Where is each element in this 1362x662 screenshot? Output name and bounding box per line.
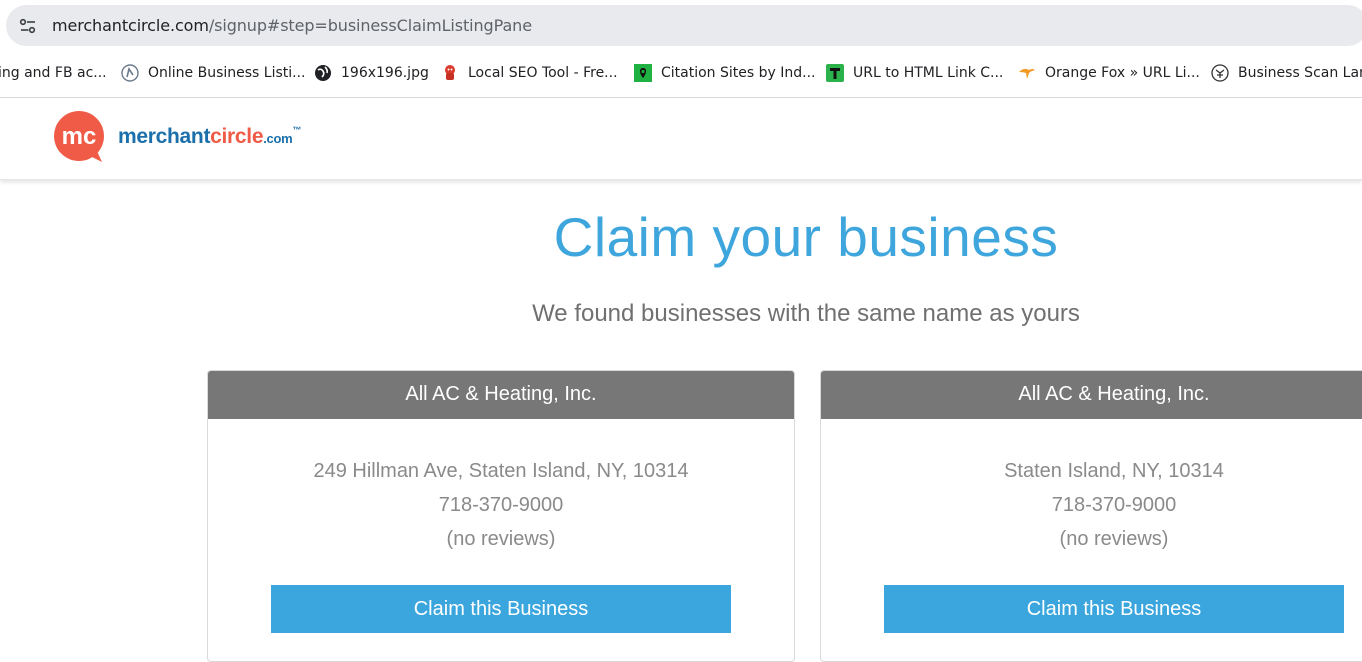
url-path: /signup#step=businessClaimListingPane xyxy=(208,16,532,35)
bookmark-item[interactable]: ing and FB ac... xyxy=(0,63,107,83)
site-header: mc merchantcircle.com™ xyxy=(0,98,1362,180)
claim-business-button[interactable]: Claim this Business xyxy=(884,585,1344,633)
bookmark-item[interactable]: Business Scan Landi xyxy=(1211,63,1362,83)
logo-mark-text: mc xyxy=(62,123,97,150)
bookmark-label: Online Business Listi... xyxy=(148,65,306,81)
bookmark-item[interactable]: URL to HTML Link C... xyxy=(826,63,1003,83)
url-text[interactable]: merchantcircle.com/signup#step=businessC… xyxy=(52,16,532,35)
business-details: Staten Island, NY, 10314 718-370-9000 (n… xyxy=(821,419,1362,556)
logo-merchant-text: merchant xyxy=(118,125,211,148)
bookmark-item[interactable]: 196x196.jpg xyxy=(314,63,429,83)
bookmark-label: Business Scan Landi xyxy=(1238,65,1362,81)
business-details: 249 Hillman Ave, Staten Island, NY, 1031… xyxy=(208,419,794,556)
bookmark-label: Citation Sites by Ind... xyxy=(661,65,816,81)
logo-wordmark: merchantcircle.com™ xyxy=(118,125,301,149)
page-title: Claim your business xyxy=(553,206,1059,268)
bookmark-item[interactable]: Local SEO Tool - Fre... xyxy=(441,63,618,83)
bookmarks-bar: ing and FB ac... Online Business Listi..… xyxy=(0,50,1362,98)
business-address: Staten Island, NY, 10314 xyxy=(1004,460,1224,482)
business-card: All AC & Heating, Inc. 249 Hillman Ave, … xyxy=(207,370,795,662)
url-domain: merchantcircle.com xyxy=(52,16,209,35)
business-address: 249 Hillman Ave, Staten Island, NY, 1031… xyxy=(313,460,689,482)
address-bar[interactable]: merchantcircle.com/signup#step=businessC… xyxy=(6,5,1362,46)
bookmark-label: 196x196.jpg xyxy=(341,65,429,81)
logo-tm-text: ™ xyxy=(292,125,302,135)
page-subtitle: We found businesses with the same name a… xyxy=(532,300,1080,327)
business-reviews: (no reviews) xyxy=(446,528,556,550)
logo-dotcom-text: .com xyxy=(263,131,293,146)
circle-logo-icon xyxy=(121,64,139,82)
bookmark-label: Local SEO Tool - Fre... xyxy=(468,65,618,81)
merchantcircle-logo[interactable]: mc merchantcircle.com™ xyxy=(52,111,301,163)
scan-circle-icon xyxy=(1211,64,1229,82)
bookmark-item[interactable]: Orange Fox » URL Li... xyxy=(1018,63,1200,83)
logo-circle-text: circle xyxy=(210,125,264,148)
bookmark-label: Orange Fox » URL Li... xyxy=(1045,65,1200,81)
green-map-icon xyxy=(634,64,652,82)
bookmark-label: ing and FB ac... xyxy=(0,65,107,81)
globe-icon xyxy=(314,64,332,82)
business-phone: 718-370-9000 xyxy=(438,494,564,516)
business-name: All AC & Heating, Inc. xyxy=(208,371,794,419)
bookmark-item[interactable]: Online Business Listi... xyxy=(121,63,306,83)
bookmark-label: URL to HTML Link C... xyxy=(853,65,1004,81)
bookmark-item[interactable]: Citation Sites by Ind... xyxy=(634,63,816,83)
business-card: All AC & Heating, Inc. Staten Island, NY… xyxy=(820,370,1362,662)
business-name: All AC & Heating, Inc. xyxy=(821,371,1362,419)
orange-fox-icon xyxy=(1018,64,1036,82)
business-phone: 718-370-9000 xyxy=(1051,494,1177,516)
site-info-icon[interactable] xyxy=(18,16,38,36)
browser-toolbar: merchantcircle.com/signup#step=businessC… xyxy=(0,0,1362,50)
mc-logo-mark: mc xyxy=(54,111,104,162)
red-figure-icon xyxy=(441,64,459,82)
business-reviews: (no reviews) xyxy=(1059,528,1169,550)
green-t-icon xyxy=(826,64,844,82)
claim-business-button[interactable]: Claim this Business xyxy=(271,585,731,633)
